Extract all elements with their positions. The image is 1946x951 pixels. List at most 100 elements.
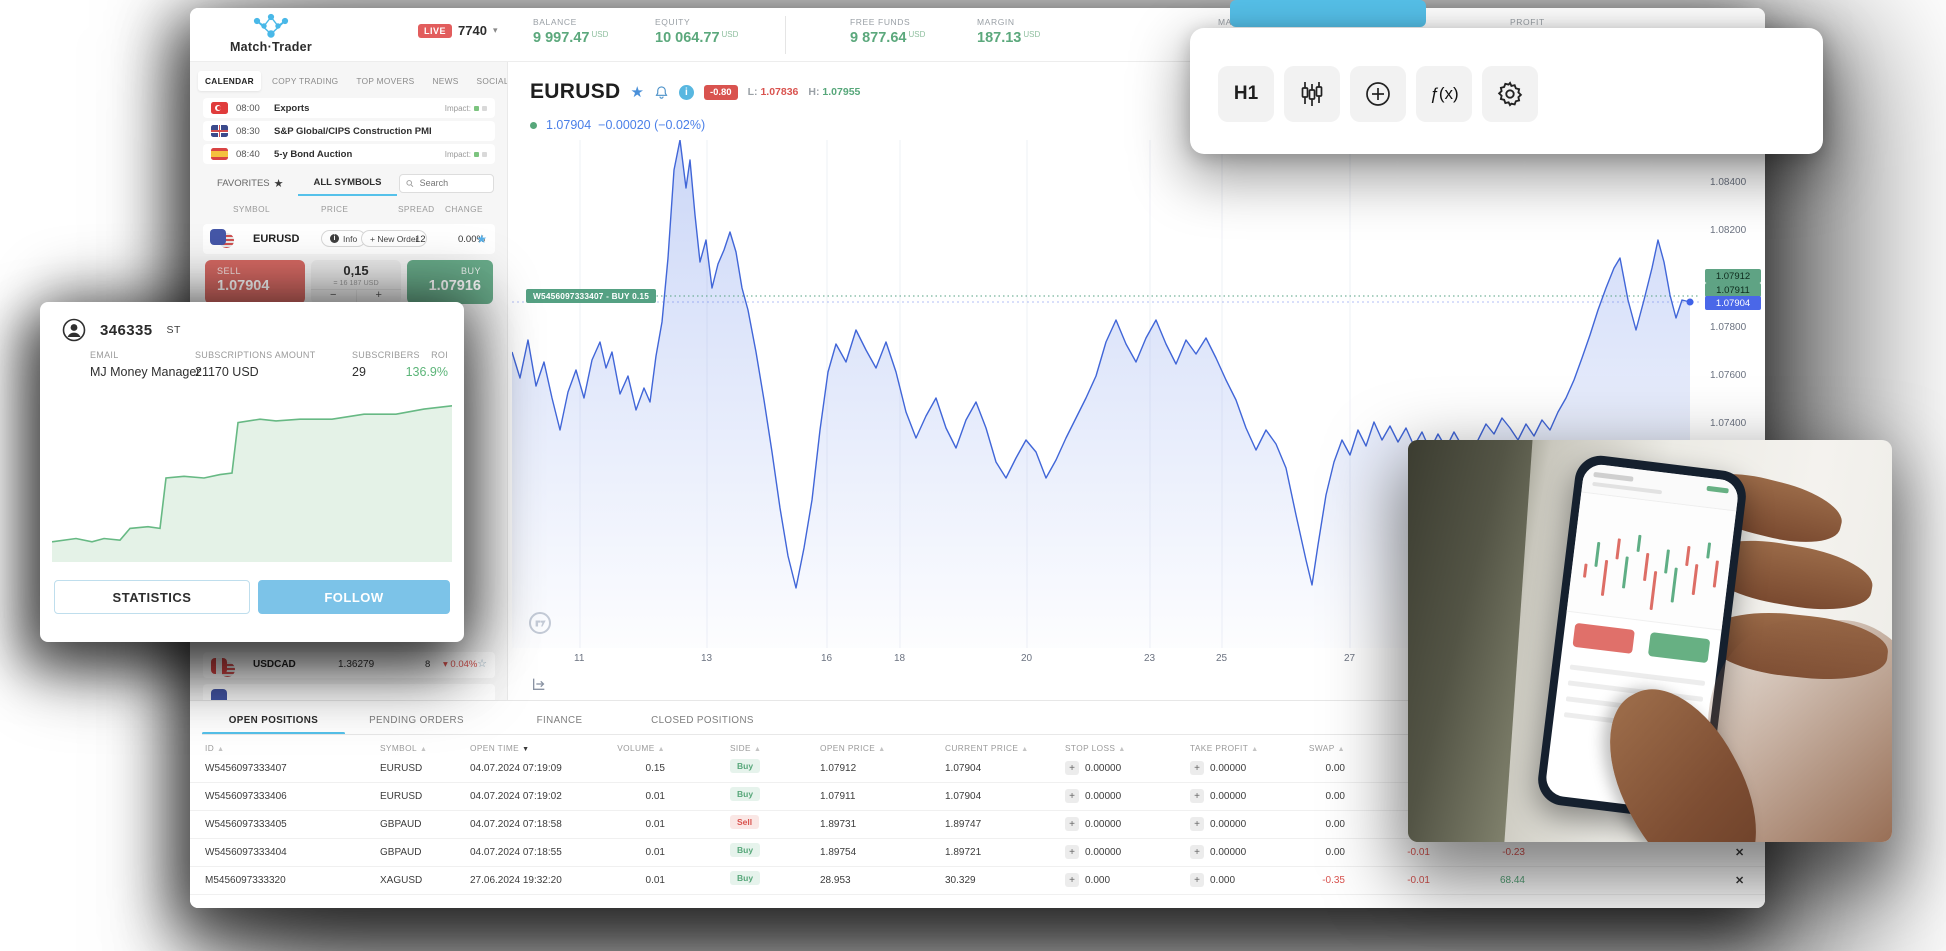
timeframe-button[interactable]: H1 (1218, 66, 1274, 122)
calendar-event-row[interactable]: 08:40 5-y Bond Auction Impact: (203, 144, 495, 164)
volume-minus-button[interactable]: − (311, 290, 357, 302)
positions-tab-closed-positions[interactable]: CLOSED POSITIONS (631, 707, 774, 733)
info-button[interactable]: i Info (321, 230, 366, 247)
sort-column-symbol[interactable]: SYMBOL▲ (380, 743, 427, 753)
photo-monitor-edge (1408, 440, 1534, 842)
account-switcher[interactable]: LIVE 7740 ▾ (418, 23, 497, 38)
cell-id: W5456097333404 (205, 847, 287, 858)
tab-all-symbols[interactable]: ALL SYMBOLS (298, 170, 398, 196)
sort-column-open-time[interactable]: OPEN TIME▼ (470, 743, 529, 753)
sort-column-swap[interactable]: SWAP▲ (1270, 743, 1345, 753)
plus-icon[interactable]: + (1065, 845, 1079, 859)
chart-type-candles-button[interactable] (1284, 66, 1340, 122)
calendar-event-row[interactable]: 08:00 Exports Impact: (203, 98, 495, 118)
tab-favorites[interactable]: FAVORITES ★ (203, 170, 298, 196)
cell-open-price: 1.07912 (820, 763, 856, 774)
cell-take-profit[interactable]: +0.00000 (1190, 761, 1246, 775)
sidebar-tab-copy-trading[interactable]: COPY TRADING (265, 71, 345, 91)
compare-add-button[interactable] (1350, 66, 1406, 122)
position-row[interactable]: W5456097333404 GBPAUD 04.07.2024 07:18:5… (190, 839, 1765, 867)
sidebar-tab-social-feed[interactable]: SOCIAL FEED (470, 71, 508, 91)
sort-column-open-price[interactable]: OPEN PRICE▲ (820, 743, 886, 753)
positions-tab-open-positions[interactable]: OPEN POSITIONS (202, 707, 345, 733)
cell-take-profit[interactable]: +0.00000 (1190, 789, 1246, 803)
day-low: L: 1.07836 (748, 86, 799, 98)
cell-swap: 0.00 (1270, 791, 1345, 802)
plus-icon[interactable]: + (1065, 789, 1079, 803)
sort-column-stop-loss[interactable]: STOP LOSS▲ (1065, 743, 1126, 753)
symbol-search[interactable] (399, 174, 494, 193)
instrument-row-partial (203, 684, 495, 700)
favorites-label: FAVORITES (217, 178, 270, 189)
sort-column-id[interactable]: ID▲ (205, 743, 224, 753)
cell-take-profit[interactable]: +0.00000 (1190, 817, 1246, 831)
plus-icon[interactable]: + (1065, 761, 1079, 775)
chart-favorite-star-icon[interactable]: ★ (630, 83, 643, 101)
scroll-to-latest-icon[interactable] (531, 676, 547, 697)
volume-stepper[interactable]: 0,15 = 16 187 USD − + (311, 260, 401, 304)
indicators-button[interactable]: ƒ(x) (1416, 66, 1472, 122)
plus-icon[interactable]: + (1190, 845, 1204, 859)
volume-plus-button[interactable]: + (357, 290, 402, 302)
live-badge: LIVE (418, 24, 452, 38)
open-position-line-label[interactable]: W5456097333407 - BUY 0.15 (526, 289, 656, 303)
settings-button[interactable] (1482, 66, 1538, 122)
calendar-event-row[interactable]: 08:30 S&P Global/CIPS Construction PMI (203, 121, 495, 141)
plus-icon[interactable]: + (1190, 817, 1204, 831)
cell-volume: 0.01 (590, 819, 665, 830)
plus-icon[interactable]: + (1190, 761, 1204, 775)
sell-button[interactable]: SELL 1.07904 (205, 260, 305, 304)
symbol-info-icon[interactable]: i (679, 85, 694, 100)
sort-column-take-profit[interactable]: TAKE PROFIT▲ (1190, 743, 1259, 753)
sidebar-tab-news[interactable]: NEWS (425, 71, 465, 91)
sell-price: 1.07904 (217, 278, 305, 294)
follow-button[interactable]: FOLLOW (258, 580, 450, 614)
tradingview-watermark-icon (529, 612, 551, 634)
plus-icon[interactable]: + (1190, 873, 1204, 887)
sidebar-tab-calendar[interactable]: CALENDAR (198, 71, 261, 91)
plus-icon[interactable]: + (1065, 873, 1079, 887)
plus-icon[interactable]: + (1190, 789, 1204, 803)
sort-column-volume[interactable]: VOLUME▲ (590, 743, 665, 753)
x-axis-label: 23 (1144, 653, 1155, 664)
sort-column-current-price[interactable]: CURRENT PRICE▲ (945, 743, 1029, 753)
favorite-star-icon[interactable]: ★ (476, 232, 487, 246)
search-input[interactable] (418, 177, 487, 189)
cell-take-profit[interactable]: +0.00000 (1190, 845, 1246, 859)
instrument-row-eurusd[interactable]: EURUSD i Info + New Order 12 0.00% ★ (203, 224, 495, 254)
statistics-button[interactable]: STATISTICS (54, 580, 250, 614)
chevron-down-icon: ▾ (493, 25, 498, 36)
sidebar-tab-top-movers[interactable]: TOP MOVERS (349, 71, 421, 91)
cell-take-profit[interactable]: +0.000 (1190, 873, 1235, 887)
cell-volume: 0.01 (590, 875, 665, 886)
positions-tab-pending-orders[interactable]: PENDING ORDERS (345, 707, 488, 733)
cell-stop-loss[interactable]: +0.000 (1065, 873, 1110, 887)
column-change[interactable]: CHANGE (445, 204, 483, 214)
positions-tab-finance[interactable]: FINANCE (488, 707, 631, 733)
plus-icon[interactable]: + (1065, 817, 1079, 831)
eurusd-flag-icon (210, 229, 236, 249)
cell-stop-loss[interactable]: +0.00000 (1065, 789, 1121, 803)
manager-id: 346335 (100, 322, 152, 339)
alert-bell-icon[interactable] (654, 85, 669, 100)
topbar-divider (785, 16, 786, 54)
position-row[interactable]: M5456097333320 XAGUSD 27.06.2024 19:32:2… (190, 867, 1765, 895)
cell-commission: -0.01 (1370, 847, 1430, 858)
cell-swap: -0.35 (1270, 875, 1345, 886)
column-spread[interactable]: SPREAD (398, 204, 435, 214)
cell-id: W5456097333407 (205, 763, 287, 774)
usdcad-flag-icon (211, 658, 237, 678)
cell-stop-loss[interactable]: +0.00000 (1065, 817, 1121, 831)
instrument-row-usdcad[interactable]: USDCAD 1.36279 8 ▾ 0.04% ☆ (203, 652, 495, 678)
buy-button[interactable]: BUY 1.07916 (407, 260, 493, 304)
cell-stop-loss[interactable]: +0.00000 (1065, 761, 1121, 775)
cell-side: Buy (730, 761, 760, 772)
close-position-icon[interactable]: ✕ (1735, 846, 1744, 859)
column-symbol[interactable]: SYMBOL (233, 204, 270, 214)
cell-stop-loss[interactable]: +0.00000 (1065, 845, 1121, 859)
deposit-button-partial[interactable] (1230, 0, 1426, 27)
column-price[interactable]: PRICE (321, 204, 348, 214)
close-position-icon[interactable]: ✕ (1735, 874, 1744, 887)
usdcad-star-icon[interactable]: ☆ (477, 657, 487, 670)
sort-column-side[interactable]: SIDE▲ (730, 743, 761, 753)
